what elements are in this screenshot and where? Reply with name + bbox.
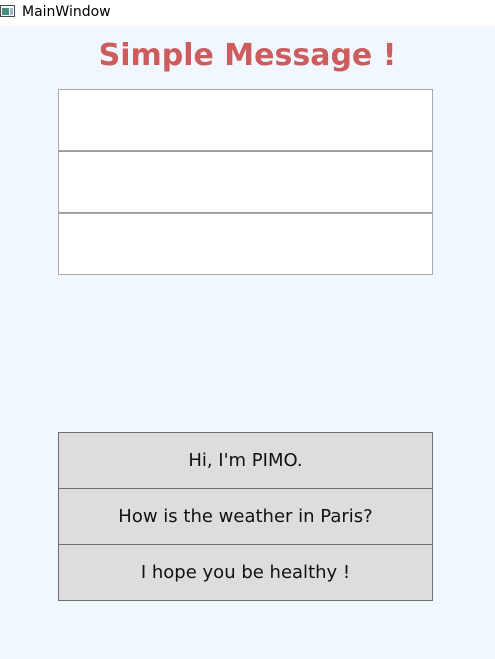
message-box-3: [58, 213, 433, 275]
message-box-1: [58, 89, 433, 151]
title-bar[interactable]: MainWindow: [0, 0, 495, 26]
healthy-wish-button[interactable]: I hope you be healthy !: [58, 544, 433, 601]
greeting-button[interactable]: Hi, I'm PIMO.: [58, 432, 433, 489]
app-window-icon: [0, 5, 15, 17]
weather-question-button[interactable]: How is the weather in Paris?: [58, 488, 433, 545]
page-title: Simple Message !: [98, 38, 397, 73]
window-title: MainWindow: [22, 4, 111, 20]
message-box-2: [58, 151, 433, 213]
